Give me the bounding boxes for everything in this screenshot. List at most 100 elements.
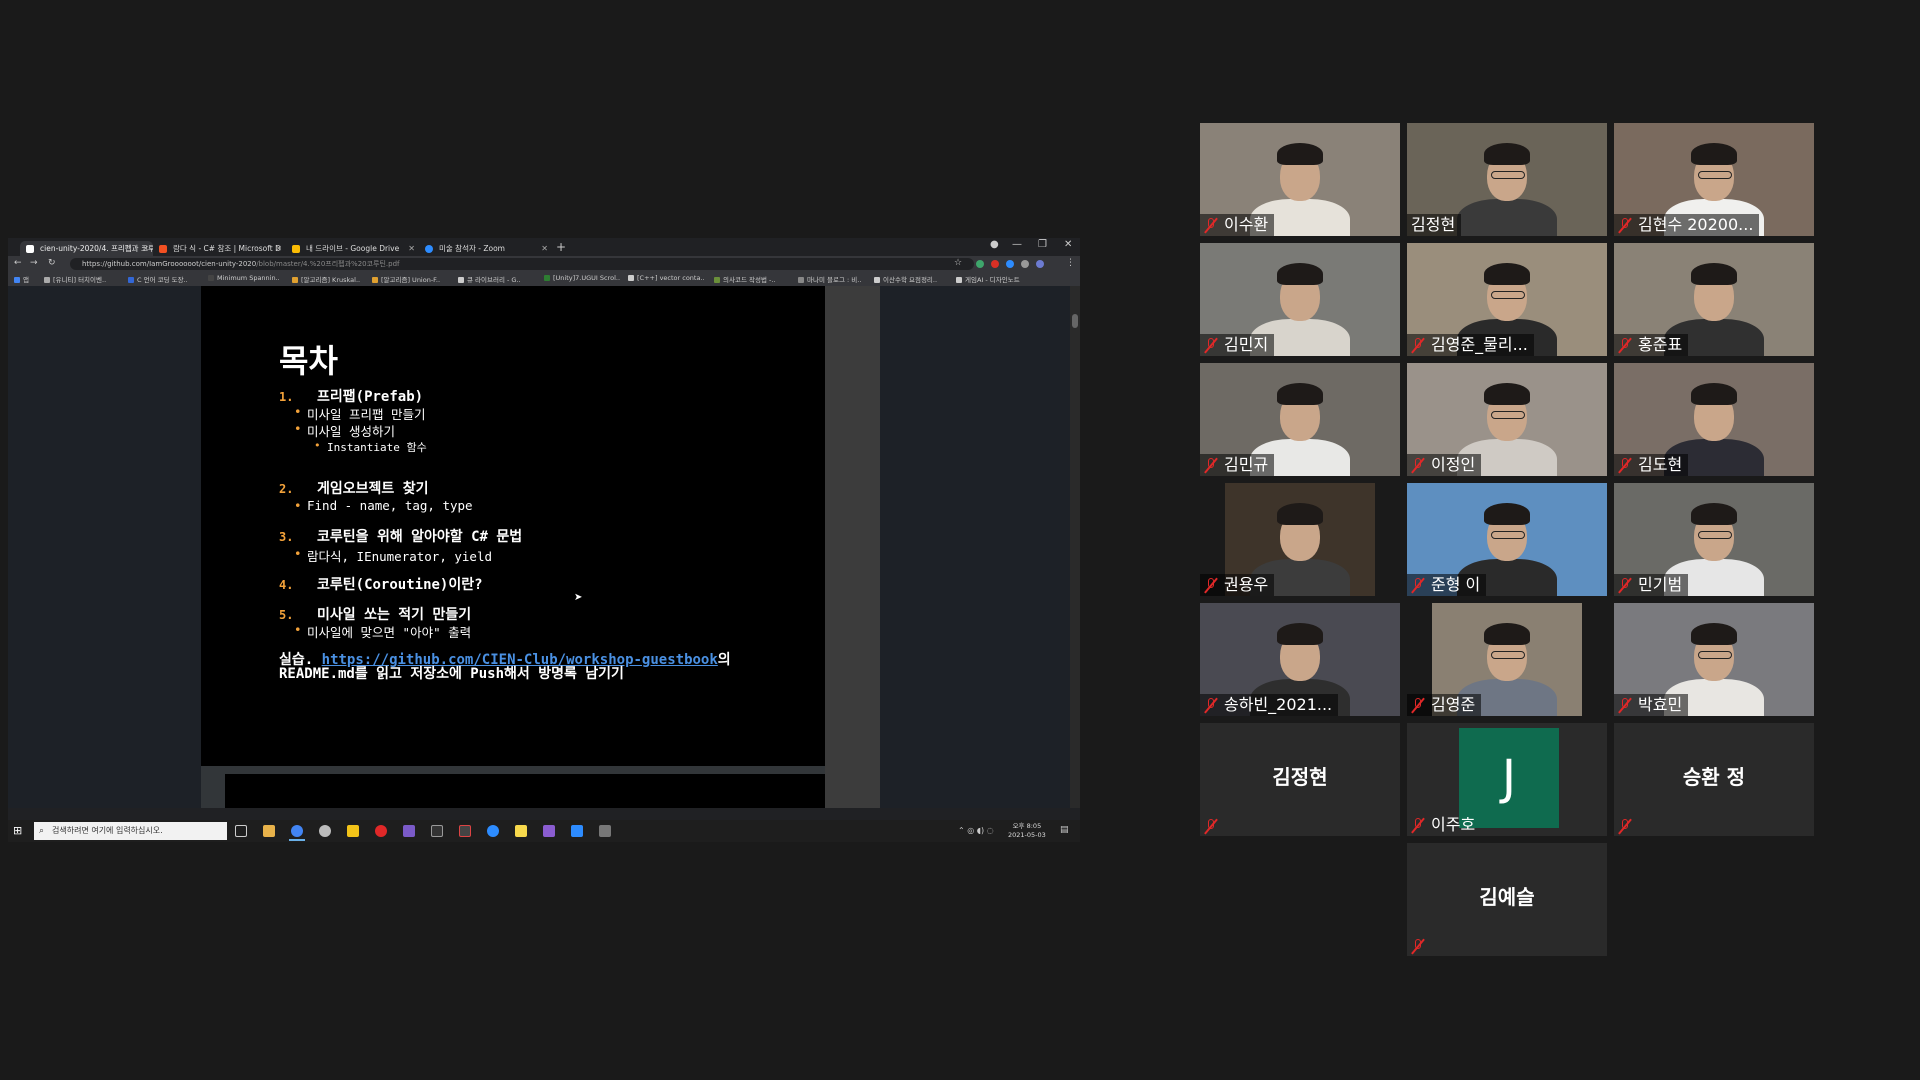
participant-tile[interactable]: 민기범 xyxy=(1614,483,1814,596)
bookmark-item[interactable]: 마나미 블로그 : 비.. xyxy=(798,274,861,284)
record-icon[interactable] xyxy=(375,825,387,837)
drive-icon xyxy=(292,245,300,253)
reload-icon[interactable]: ↻ xyxy=(48,258,56,268)
taskbar-search[interactable]: ⌕ 검색하려면 여기에 입력하십시오. xyxy=(34,822,227,840)
participant-tile[interactable]: 김예슬 xyxy=(1407,843,1607,956)
bookmark-label: Minimum Spannin.. xyxy=(217,274,280,282)
menu-icon[interactable]: ⋮ xyxy=(1066,258,1075,268)
kakaotalk-icon[interactable] xyxy=(347,825,359,837)
bookmark-icon xyxy=(372,277,378,283)
browser-tab-drive[interactable]: 내 드라이브 - Google Drive ✕ xyxy=(286,241,419,256)
person-glasses xyxy=(1698,651,1732,659)
close-tab-icon[interactable]: ✕ xyxy=(142,241,149,256)
participant-tile[interactable]: 김영준 xyxy=(1407,603,1607,716)
task-view-icon[interactable] xyxy=(235,825,247,837)
restore-icon[interactable]: ❐ xyxy=(1038,239,1047,250)
bookmark-label: 의사코드 작성법 -.. xyxy=(723,276,776,284)
app-icon[interactable] xyxy=(431,825,443,837)
participant-tile[interactable]: 박효민 xyxy=(1614,603,1814,716)
participant-tile[interactable]: 김현수 20200... xyxy=(1614,123,1814,236)
person-hair xyxy=(1277,383,1323,405)
scrollbar-thumb[interactable] xyxy=(1072,314,1078,328)
bookmark-item[interactable]: C 언어 코딩 도장.. xyxy=(128,274,188,284)
visual-studio-icon[interactable] xyxy=(543,825,555,837)
avatar-icon[interactable] xyxy=(1036,260,1044,268)
mail-icon[interactable] xyxy=(403,825,415,837)
bookmark-icon xyxy=(14,277,20,283)
extension-icon[interactable] xyxy=(976,260,984,268)
back-icon[interactable]: ← xyxy=(14,258,22,268)
bookmark-item[interactable]: 의사코드 작성법 -.. xyxy=(714,274,775,284)
zoom-icon[interactable] xyxy=(571,825,583,837)
muted-mic-icon xyxy=(1411,697,1425,713)
forward-icon[interactable]: → xyxy=(30,258,38,268)
bookmark-item[interactable]: 큐 라이브러리 - G.. xyxy=(458,274,521,284)
github-icon xyxy=(26,245,34,253)
agenda-item: 1. 프리팹(Prefab) xyxy=(279,386,423,406)
participant-tile[interactable]: 김민지 xyxy=(1200,243,1400,356)
participant-tile[interactable]: 승환 정 xyxy=(1614,723,1814,836)
bookmark-item[interactable]: [알고리즘] Union-F.. xyxy=(372,274,440,284)
profile-icon[interactable]: ● xyxy=(990,239,999,250)
participant-tile[interactable]: 김정현 xyxy=(1200,723,1400,836)
minimize-icon[interactable]: — xyxy=(1012,239,1022,250)
agenda-item: 4. 코루틴(Coroutine)이란? xyxy=(279,574,483,594)
sticky-notes-icon[interactable] xyxy=(515,825,527,837)
maps-icon[interactable] xyxy=(487,825,499,837)
close-tab-icon[interactable]: ✕ xyxy=(541,241,548,256)
bookmark-item[interactable]: 이산수학 요점정리.. xyxy=(874,274,937,284)
system-tray-icons[interactable]: ⌃ ◎ ◖) ◌ xyxy=(958,826,994,835)
participant-tile[interactable]: 이정인 xyxy=(1407,363,1607,476)
bookmark-item[interactable]: 앱 xyxy=(14,274,29,284)
bookmark-item[interactable]: [알고리즘] Kruskal.. xyxy=(292,274,360,284)
participant-name-bar: 김영준_물리... xyxy=(1407,334,1534,356)
bookmark-label: 큐 라이브러리 - G.. xyxy=(467,276,521,284)
windows-start-icon[interactable]: ⊞ xyxy=(13,824,22,837)
browser-tab-zoom[interactable]: 미술 참석자 - Zoom ✕ xyxy=(419,241,552,256)
app-icon[interactable] xyxy=(319,825,331,837)
browser-tab-microsoft[interactable]: 람다 식 - C# 참조 | Microsoft D ✕ xyxy=(153,241,286,256)
participant-tile[interactable]: 권용우 xyxy=(1200,483,1400,596)
app-icon[interactable] xyxy=(459,825,471,837)
participant-name: 김도현 xyxy=(1638,455,1683,474)
participant-tile[interactable]: 김정현 xyxy=(1407,123,1607,236)
participant-tile[interactable]: 김민규 xyxy=(1200,363,1400,476)
vertical-scrollbar[interactable] xyxy=(1070,286,1080,808)
participant-tile[interactable]: J 이주호 xyxy=(1407,723,1607,836)
participant-tile[interactable]: 김영준_물리... xyxy=(1407,243,1607,356)
participant-tile[interactable]: 이수환 xyxy=(1200,123,1400,236)
participant-name: 김정현 xyxy=(1272,765,1328,789)
bookmark-item[interactable]: Minimum Spannin.. xyxy=(208,274,280,282)
person-glasses xyxy=(1698,531,1732,539)
participant-name: 준형 이 xyxy=(1431,575,1481,594)
participant-tile[interactable]: 준형 이 xyxy=(1407,483,1607,596)
browser-tab-github[interactable]: cien-unity-2020/4. 프리펩과 코루 ✕ xyxy=(20,241,153,256)
participant-avatar: J xyxy=(1459,728,1559,828)
clock[interactable]: 오후 8:05 2021-05-03 xyxy=(1008,822,1046,840)
extension-icon[interactable] xyxy=(1006,260,1014,268)
bookmark-item[interactable]: [유니티] 터치이벤.. xyxy=(44,274,106,284)
participant-name: 이수환 xyxy=(1224,215,1269,234)
participant-tile[interactable]: 홍준표 xyxy=(1614,243,1814,356)
puzzle-icon[interactable] xyxy=(1021,260,1029,268)
new-tab-button[interactable]: + xyxy=(556,240,566,254)
practice-text: 실습. https://github.com/CIEN-Club/worksho… xyxy=(279,653,749,681)
bookmark-item[interactable]: [Unity]7.UGUI Scrol.. xyxy=(544,274,620,282)
participant-tile[interactable]: 김도현 xyxy=(1614,363,1814,476)
chrome-icon[interactable] xyxy=(291,825,303,837)
app-icon[interactable] xyxy=(599,825,611,837)
close-window-icon[interactable]: ✕ xyxy=(1064,239,1072,250)
bookmark-item[interactable]: 게임AI - 디자인노트 xyxy=(956,274,1020,284)
extension-icon[interactable] xyxy=(991,260,999,268)
page-margin-gray xyxy=(825,286,880,808)
bookmark-star-icon[interactable]: ☆ xyxy=(954,258,962,268)
participant-name-bar: 이정인 xyxy=(1407,454,1482,476)
close-tab-icon[interactable]: ✕ xyxy=(275,241,282,256)
address-bar[interactable]: https://github.com/IamGroooooot/cien-uni… xyxy=(70,258,974,270)
bookmark-icon xyxy=(544,275,550,281)
notification-icon[interactable]: ▤ xyxy=(1060,825,1069,835)
bookmark-item[interactable]: [C++] vector conta.. xyxy=(628,274,705,282)
close-tab-icon[interactable]: ✕ xyxy=(408,241,415,256)
file-explorer-icon[interactable] xyxy=(263,825,275,837)
participant-tile[interactable]: 송하빈_2021... xyxy=(1200,603,1400,716)
